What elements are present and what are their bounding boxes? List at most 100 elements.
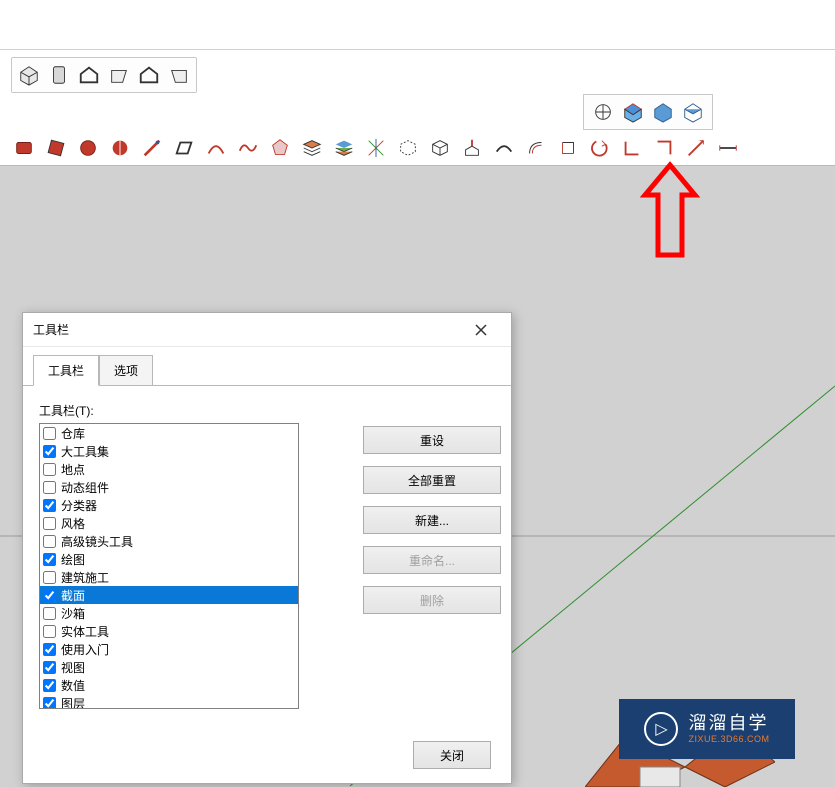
scale-tool-icon[interactable]	[680, 132, 712, 164]
list-item-checkbox[interactable]	[43, 463, 56, 476]
list-item[interactable]: 图层	[40, 694, 298, 709]
section-cut-icon[interactable]	[648, 97, 678, 127]
offset-tool-icon[interactable]	[520, 132, 552, 164]
reset-button[interactable]: 重设	[363, 426, 501, 454]
corner-1-icon[interactable]	[616, 132, 648, 164]
toolbars-dialog: 工具栏 工具栏 选项 工具栏(T): 仓库大工具集地点动态组件分类器风格高级镜头…	[22, 312, 512, 784]
list-item[interactable]: 截面	[40, 586, 298, 604]
pushpull-tool-icon[interactable]	[456, 132, 488, 164]
views-toolbar	[11, 57, 197, 93]
toolbars-listbox[interactable]: 仓库大工具集地点动态组件分类器风格高级镜头工具绘图建筑施工截面沙箱实体工具使用入…	[39, 423, 299, 709]
list-item-label: 图层	[61, 695, 85, 710]
list-item-checkbox[interactable]	[43, 553, 56, 566]
list-item[interactable]: 使用入门	[40, 640, 298, 658]
front-view-icon[interactable]	[74, 60, 104, 90]
close-icon[interactable]	[461, 316, 501, 344]
list-item-checkbox[interactable]	[43, 589, 56, 602]
list-item[interactable]: 沙箱	[40, 604, 298, 622]
list-item-label: 视图	[61, 659, 85, 676]
delete-button: 删除	[363, 586, 501, 614]
watermark: ▷ 溜溜自学 ZIXUE.3D66.COM	[619, 699, 795, 759]
outline-tool-icon[interactable]	[392, 132, 424, 164]
tab-options[interactable]: 选项	[99, 355, 153, 386]
list-item-checkbox[interactable]	[43, 661, 56, 674]
dialog-titlebar[interactable]: 工具栏	[23, 313, 511, 347]
list-item[interactable]: 建筑施工	[40, 568, 298, 586]
tab-panel: 工具栏(T): 仓库大工具集地点动态组件分类器风格高级镜头工具绘图建筑施工截面沙…	[23, 385, 511, 755]
list-item-checkbox[interactable]	[43, 481, 56, 494]
axes-tool-icon[interactable]	[360, 132, 392, 164]
list-item-label: 数值	[61, 677, 85, 694]
watermark-main: 溜溜自学	[688, 713, 769, 735]
list-item[interactable]: 分类器	[40, 496, 298, 514]
section-fill-icon[interactable]	[678, 97, 708, 127]
section-display-icon[interactable]	[618, 97, 648, 127]
list-item[interactable]: 仓库	[40, 424, 298, 442]
list-item[interactable]: 数值	[40, 676, 298, 694]
list-label: 工具栏(T):	[39, 402, 495, 419]
list-item[interactable]: 风格	[40, 514, 298, 532]
watermark-sub: ZIXUE.3D66.COM	[688, 734, 769, 745]
new-button[interactable]: 新建...	[363, 506, 501, 534]
list-item[interactable]: 地点	[40, 460, 298, 478]
layers-icon[interactable]	[296, 132, 328, 164]
line-tool-icon[interactable]	[136, 132, 168, 164]
list-item-label: 动态组件	[61, 479, 109, 496]
dialog-title: 工具栏	[33, 321, 461, 338]
layers-color-icon[interactable]	[328, 132, 360, 164]
list-item-checkbox[interactable]	[43, 571, 56, 584]
list-item[interactable]: 高级镜头工具	[40, 532, 298, 550]
list-item-checkbox[interactable]	[43, 535, 56, 548]
arc-tool-icon[interactable]	[200, 132, 232, 164]
tool-2-icon[interactable]	[40, 132, 72, 164]
menubar-area	[0, 0, 835, 50]
polygon-tool-icon[interactable]	[264, 132, 296, 164]
left-view-icon[interactable]	[164, 60, 194, 90]
list-item-label: 地点	[61, 461, 85, 478]
large-toolset	[0, 130, 835, 166]
list-item[interactable]: 动态组件	[40, 478, 298, 496]
list-item-checkbox[interactable]	[43, 499, 56, 512]
top-view-icon[interactable]	[44, 60, 74, 90]
list-item-checkbox[interactable]	[43, 427, 56, 440]
list-item-label: 高级镜头工具	[61, 533, 133, 550]
iso-view-icon[interactable]	[14, 60, 44, 90]
list-item[interactable]: 实体工具	[40, 622, 298, 640]
list-item-checkbox[interactable]	[43, 607, 56, 620]
rotate-tool-icon[interactable]	[584, 132, 616, 164]
list-item-checkbox[interactable]	[43, 445, 56, 458]
reset-all-button[interactable]: 全部重置	[363, 466, 501, 494]
tab-toolbars[interactable]: 工具栏	[33, 355, 99, 386]
follow-tool-icon[interactable]	[488, 132, 520, 164]
list-item-label: 风格	[61, 515, 85, 532]
list-item-label: 截面	[61, 587, 85, 604]
list-item[interactable]: 绘图	[40, 550, 298, 568]
tool-1-icon[interactable]	[8, 132, 40, 164]
tape-tool-icon[interactable]	[712, 132, 744, 164]
corner-2-icon[interactable]	[648, 132, 680, 164]
back-view-icon[interactable]	[134, 60, 164, 90]
list-item-checkbox[interactable]	[43, 643, 56, 656]
play-icon: ▷	[644, 712, 678, 746]
box-tool-icon[interactable]	[424, 132, 456, 164]
list-item[interactable]: 视图	[40, 658, 298, 676]
freehand-tool-icon[interactable]	[232, 132, 264, 164]
section-plane-icon[interactable]	[588, 97, 618, 127]
list-item-checkbox[interactable]	[43, 679, 56, 692]
rectangle-tool-icon[interactable]	[168, 132, 200, 164]
dialog-tabs: 工具栏 选项	[33, 355, 511, 386]
right-view-icon[interactable]	[104, 60, 134, 90]
list-item-checkbox[interactable]	[43, 517, 56, 530]
list-item-label: 沙箱	[61, 605, 85, 622]
list-item-checkbox[interactable]	[43, 625, 56, 638]
tool-4-icon[interactable]	[104, 132, 136, 164]
move-tool-icon[interactable]	[552, 132, 584, 164]
list-item-label: 使用入门	[61, 641, 109, 658]
list-item[interactable]: 大工具集	[40, 442, 298, 460]
section-plane-toolbar	[583, 94, 713, 130]
list-item-label: 实体工具	[61, 623, 109, 640]
list-item-checkbox[interactable]	[43, 697, 56, 710]
close-button[interactable]: 关闭	[413, 741, 491, 769]
list-item-label: 建筑施工	[61, 569, 109, 586]
tool-3-icon[interactable]	[72, 132, 104, 164]
